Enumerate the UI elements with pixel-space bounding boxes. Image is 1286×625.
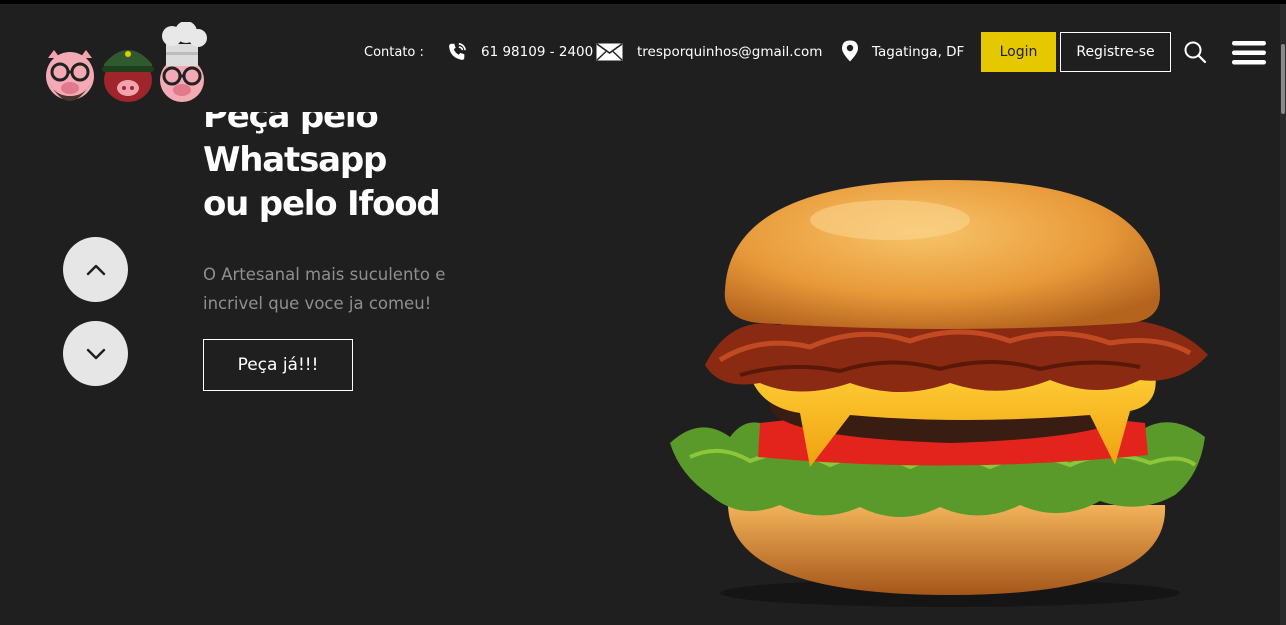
login-button[interactable]: Login xyxy=(981,32,1056,72)
hero-title-line-1: Whatsapp xyxy=(203,140,387,180)
location-pin-icon xyxy=(842,40,858,62)
contact-phone[interactable]: 61 98109 - 2400 xyxy=(481,38,593,66)
hero-title-line-2: ou pelo Ifood xyxy=(203,184,441,224)
page-scrollbar[interactable] xyxy=(1280,4,1286,625)
search-icon[interactable] xyxy=(1183,40,1207,64)
pig-bearded-icon xyxy=(46,50,94,101)
slider-prev-button[interactable] xyxy=(63,237,128,302)
hero-title: Peça pelo Whatsapp ou pelo Ifood xyxy=(203,112,563,226)
chevron-down-icon xyxy=(86,348,105,359)
contact-location: Tagatinga, DF xyxy=(872,44,965,60)
burger-image xyxy=(670,180,1208,607)
contact-email[interactable]: tresporquinhos@gmail.com xyxy=(637,38,822,66)
register-button[interactable]: Registre-se xyxy=(1060,32,1171,72)
mail-icon xyxy=(596,43,623,61)
slider-next-button[interactable] xyxy=(63,321,128,386)
window-top-border xyxy=(0,0,1286,4)
hero-subtitle: O Artesanal mais suculento e incrivel qu… xyxy=(203,265,446,313)
phone-icon xyxy=(449,42,467,60)
three-pigs-logo[interactable] xyxy=(40,22,210,110)
order-now-button[interactable]: Peça já!!! xyxy=(203,339,353,391)
hamburger-menu-icon[interactable] xyxy=(1231,40,1267,66)
pig-military-icon xyxy=(102,50,154,102)
pig-chef-icon xyxy=(160,22,207,102)
scrollbar-thumb[interactable] xyxy=(1281,44,1285,114)
hero-title-line-0: Peça pelo xyxy=(203,112,379,136)
contact-label: Contato : xyxy=(364,44,424,60)
chevron-up-icon xyxy=(86,264,105,275)
